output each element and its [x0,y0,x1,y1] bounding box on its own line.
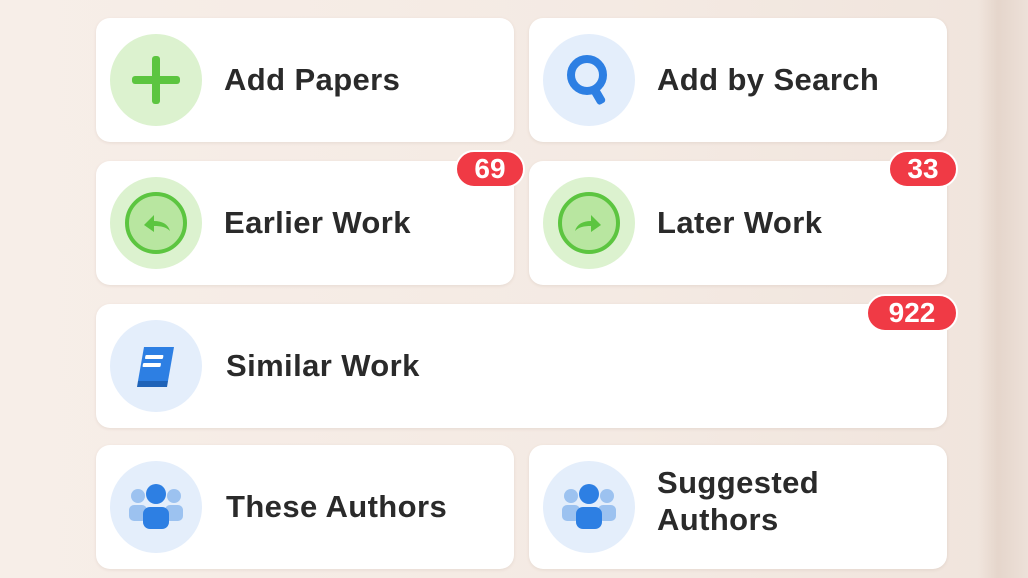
later-work-button[interactable]: Later Work [529,161,947,285]
search-icon [543,34,635,126]
add-by-search-button[interactable]: Add by Search [529,18,947,142]
similar-work-button[interactable]: Similar Work [96,304,947,428]
suggested-authors-label: Suggested Authors [657,465,819,538]
similar-work-count-badge: 922 [866,294,958,332]
suggested-authors-label-line1: Suggested [657,465,820,500]
add-papers-button[interactable]: Add Papers [96,18,514,142]
arrow-back-icon [110,177,202,269]
suggested-authors-label-line2: Authors [657,501,779,537]
authors-icon [543,461,635,553]
earlier-work-count-badge: 69 [455,150,525,188]
earlier-work-label: Earlier Work [224,205,411,240]
plus-icon [110,34,202,126]
similar-work-label: Similar Work [226,348,420,383]
suggested-authors-button[interactable]: Suggested Authors [529,445,947,569]
add-by-search-label: Add by Search [657,62,880,97]
later-work-count-badge: 33 [888,150,958,188]
add-papers-label: Add Papers [224,62,401,97]
action-panel: Add Papers Add by Search Earlier Work 69 [0,0,1028,578]
authors-icon [110,461,202,553]
later-work-label: Later Work [657,205,823,240]
panel-edge-shadow [978,0,1028,578]
arrow-forward-icon [543,177,635,269]
these-authors-button[interactable]: These Authors [96,445,514,569]
book-icon [110,320,202,412]
earlier-work-button[interactable]: Earlier Work [96,161,514,285]
these-authors-label: These Authors [226,489,448,524]
